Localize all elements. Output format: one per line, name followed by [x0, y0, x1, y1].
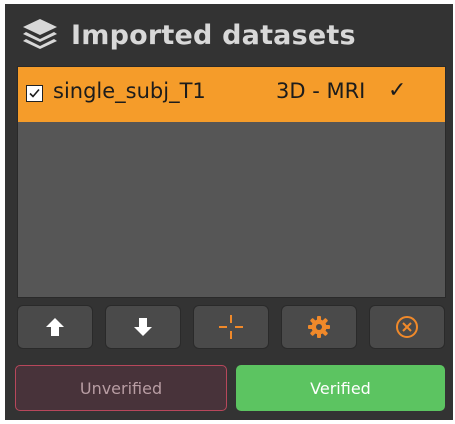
move-up-button[interactable]: [17, 305, 93, 349]
move-down-button[interactable]: [105, 305, 181, 349]
dataset-list[interactable]: single_subj_T1 3D - MRI ✓: [17, 66, 446, 298]
center-button[interactable]: [193, 305, 269, 349]
dataset-row[interactable]: single_subj_T1 3D - MRI ✓: [18, 67, 445, 122]
dataset-toolbar: [17, 305, 445, 351]
layers-icon: [19, 16, 61, 54]
unverified-button[interactable]: Unverified: [15, 365, 227, 411]
verified-button[interactable]: Verified: [236, 365, 445, 411]
gear-icon: [308, 316, 330, 338]
panel-title: Imported datasets: [71, 19, 356, 51]
crosshair-icon: [219, 315, 243, 339]
dataset-name: single_subj_T1: [53, 79, 206, 103]
arrow-up-icon: [46, 318, 64, 336]
dataset-checkbox[interactable]: [26, 85, 43, 102]
imported-datasets-panel: Imported datasets single_subj_T1 3D - MR…: [5, 4, 453, 420]
remove-button[interactable]: [369, 305, 445, 349]
close-circle-icon: [396, 316, 418, 338]
checkmark-icon: [29, 88, 40, 98]
panel-header: Imported datasets: [19, 13, 356, 57]
arrow-down-icon: [134, 318, 152, 336]
verified-check-icon: ✓: [388, 78, 407, 103]
dataset-type: 3D - MRI: [276, 79, 366, 103]
settings-button[interactable]: [281, 305, 357, 349]
